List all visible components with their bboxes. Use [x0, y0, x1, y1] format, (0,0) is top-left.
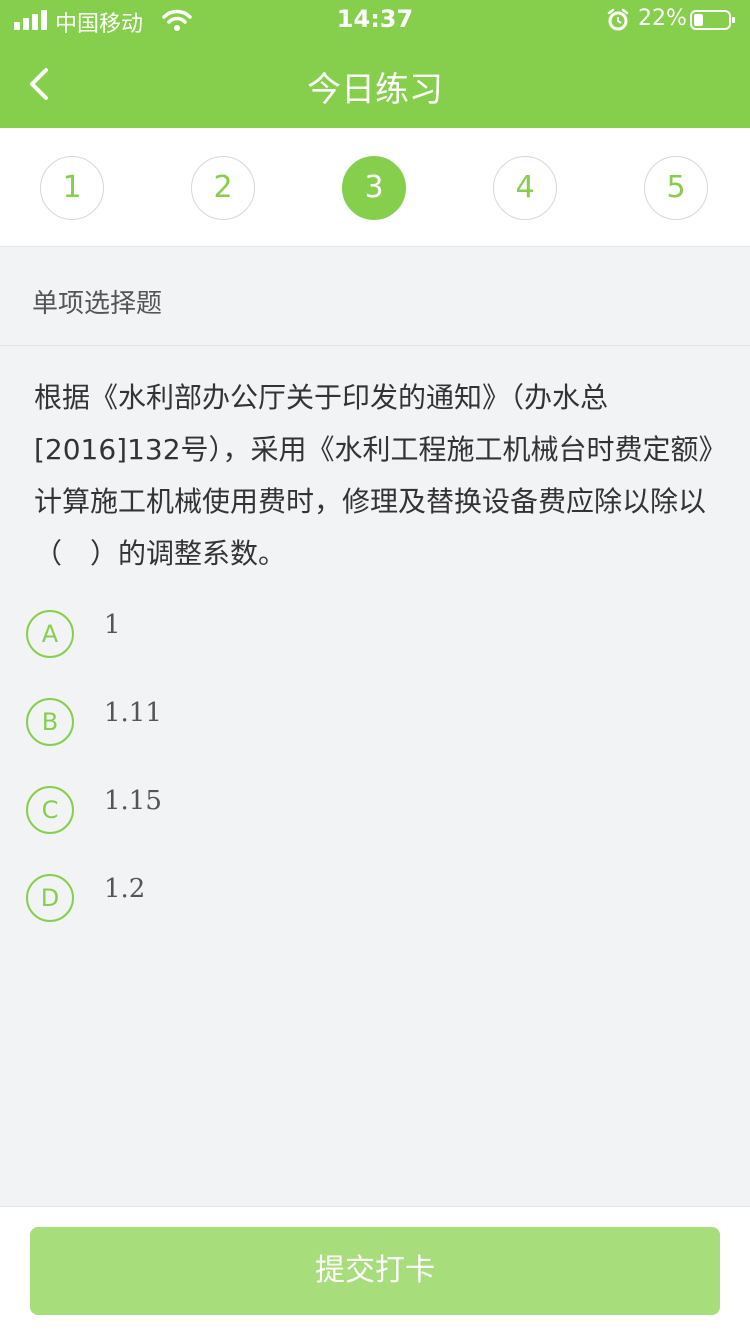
option-d[interactable]: D 1.2 — [26, 874, 706, 930]
step-4[interactable]: 4 — [493, 156, 557, 220]
footer: 提交打卡 — [0, 1206, 750, 1335]
option-d-letter: D — [26, 874, 74, 922]
option-c[interactable]: C 1.15 — [26, 786, 706, 842]
option-d-text: 1.2 — [104, 874, 146, 904]
submit-button[interactable]: 提交打卡 — [30, 1227, 720, 1315]
question-text: 根据《水利部办公厅关于印发的通知》（办水总[2016]132号），采用《水利工程… — [34, 381, 727, 570]
page-title: 今日练习 — [307, 70, 443, 110]
header: 中国移动 14:37 22% 今日练习 — [0, 0, 750, 128]
question-stepper: 1 2 3 4 5 — [0, 128, 750, 247]
option-b-letter: B — [26, 698, 74, 746]
step-2[interactable]: 2 — [191, 156, 255, 220]
option-c-letter: C — [26, 786, 74, 834]
alarm-icon — [607, 8, 629, 31]
option-a-letter: A — [26, 610, 74, 658]
question-type-bar: 单项选择题 — [0, 247, 750, 346]
option-b-text: 1.11 — [104, 698, 162, 728]
option-a-text: 1 — [104, 610, 121, 640]
question-type-label: 单项选择题 — [32, 289, 163, 319]
nav-bar: 今日练习 — [0, 40, 750, 128]
step-1[interactable]: 1 — [40, 156, 104, 220]
battery-percentage: 22% — [638, 6, 687, 31]
option-b[interactable]: B 1.11 — [26, 698, 706, 754]
option-c-text: 1.15 — [104, 786, 162, 816]
battery-icon — [690, 10, 735, 30]
step-3[interactable]: 3 — [342, 156, 406, 220]
option-a[interactable]: A 1 — [26, 610, 706, 666]
step-5[interactable]: 5 — [644, 156, 708, 220]
status-bar: 中国移动 14:37 22% — [0, 0, 750, 40]
